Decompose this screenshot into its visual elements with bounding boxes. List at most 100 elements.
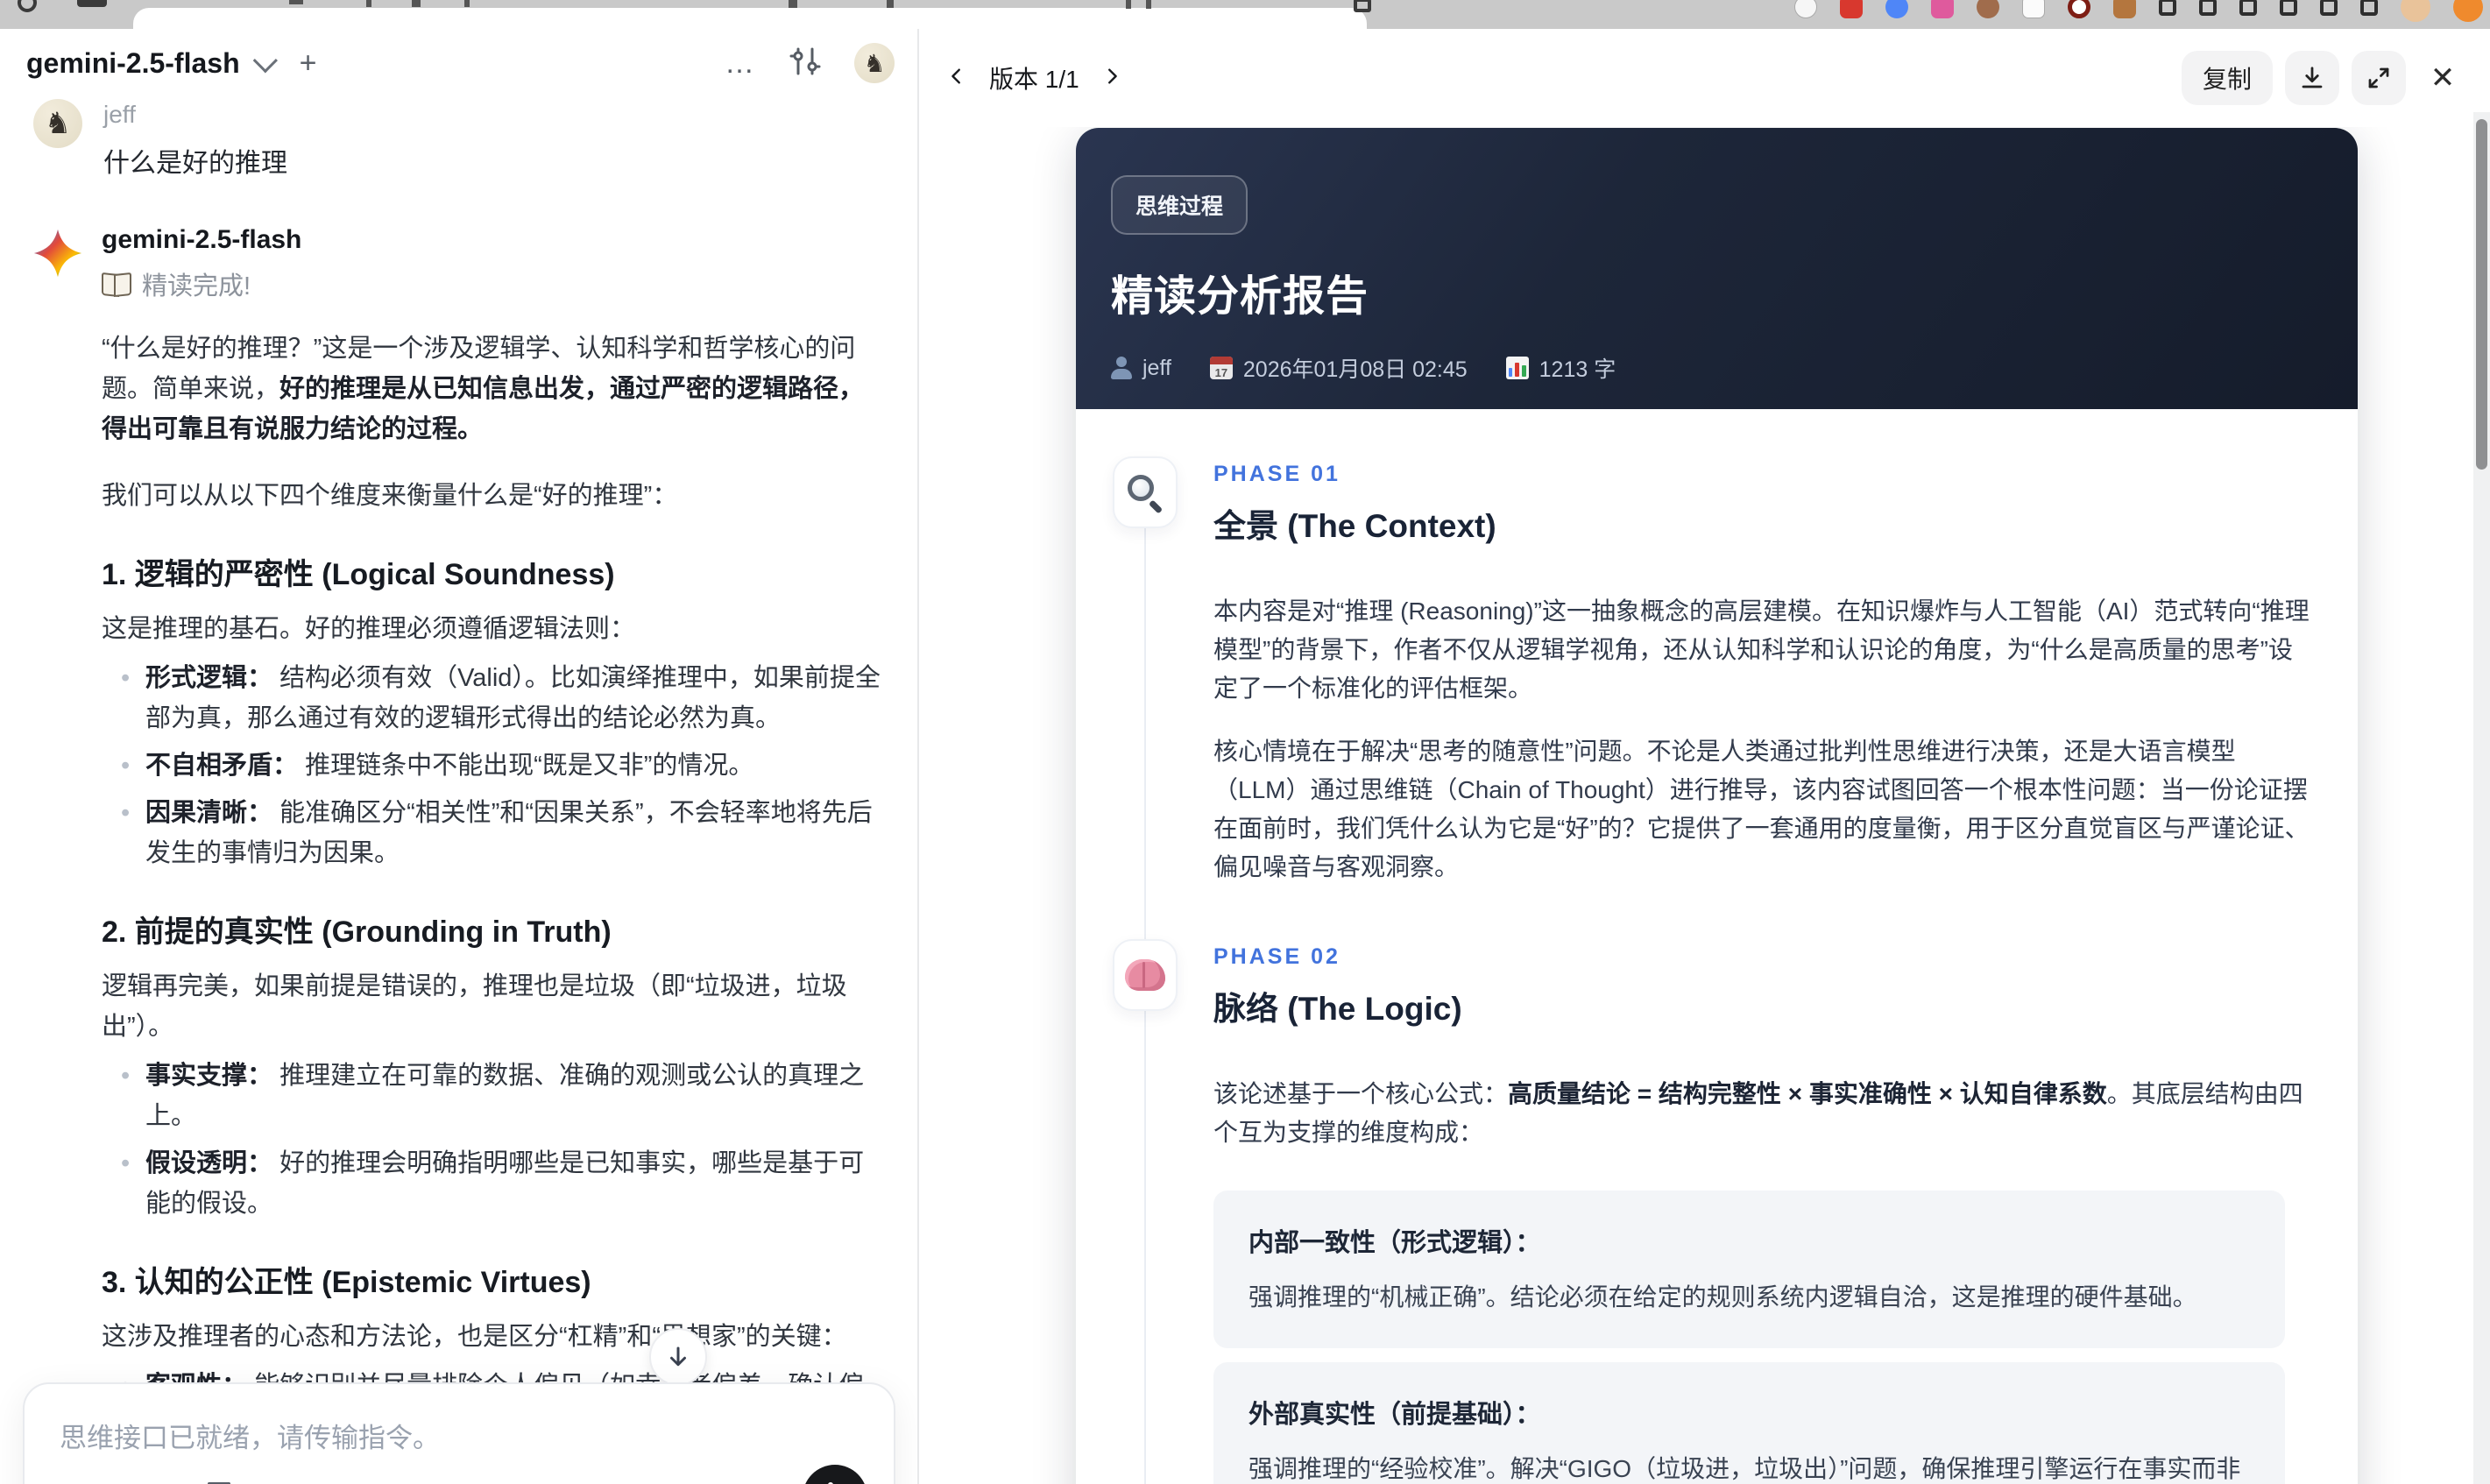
status-icon xyxy=(2320,0,2338,16)
user-message-text: 什么是好的推理 xyxy=(103,149,287,178)
artifact-topbar: 版本 1/1 复制 ✕ xyxy=(919,29,2490,127)
browser-tab[interactable] xyxy=(133,8,1367,29)
phase-title: 脉络 (The Logic) xyxy=(1213,991,1462,1027)
new-chat-button[interactable]: + xyxy=(300,46,317,81)
scrollbar-thumb[interactable] xyxy=(2476,119,2487,470)
bullet-item: • 假设透明： 好的推理会明确指明哪些是已知事实，哪些是基于可能的假设。 xyxy=(102,1143,884,1224)
phase-paragraph: 核心情境在于解决“思考的随意性”问题。不论是人类通过批判性思维进行决策，还是大语… xyxy=(1213,738,2310,880)
calendar-icon: 17 xyxy=(1209,357,1233,379)
assistant-name: gemini-2.5-flash xyxy=(102,225,302,254)
bar-chart-icon xyxy=(1505,357,1529,379)
chat-title[interactable]: gemini-2.5-flash xyxy=(26,47,240,80)
message-list: ♞ jeff 什么是好的推理 gemini-2.5-flash 精读完成! “什… xyxy=(0,92,917,1484)
composer[interactable]: 思维接口已就绪，请传输指令。 + ❖ xyxy=(23,1382,895,1484)
user-name: jeff xyxy=(103,101,136,128)
bullet-item: • 因果清晰： 能准确区分“相关性”和“因果关系”，不会轻率地将先后发生的事情归为… xyxy=(102,793,884,873)
app-icon xyxy=(1977,0,1999,18)
dimension-card-body: 强调推理的“经验校准”。解决“GIGO（垃圾进，垃圾出）”问题，确保推理引擎运行… xyxy=(1249,1455,2241,1482)
dimension-card-body: 强调推理的“机械正确”。结论必须在给定的规则系统内逻辑自洽，这是推理的硬件基础。 xyxy=(1249,1283,2197,1311)
filter-sliders-icon[interactable] xyxy=(789,46,821,81)
artifact-wordcount: 1213 字 xyxy=(1539,357,1616,382)
thinking-process-badge: 思维过程 xyxy=(1111,175,1249,235)
phase-paragraph: 该论述基于一个核心公式：高质量结论 = 结构完整性 × 事实准确性 × 认知自律… xyxy=(1213,1080,2303,1146)
phase-paragraph: 本内容是对“推理 (Reasoning)”这一抽象概念的高层建模。在知识爆炸与人… xyxy=(1213,597,2310,702)
chat-header: gemini-2.5-flash + … ♞ xyxy=(0,29,917,92)
more-options-icon[interactable]: … xyxy=(725,48,756,78)
bullet-dot-icon: • xyxy=(121,664,131,692)
gemini-logo-icon xyxy=(33,229,82,278)
phase-icon-card xyxy=(1113,939,1178,1011)
menu-extra-icon xyxy=(2453,0,2483,22)
section-heading: 1. 逻辑的严密性 (Logical Soundness) xyxy=(102,558,615,591)
menubar-status-icons xyxy=(1794,0,2483,26)
user-avatar[interactable]: ♞ xyxy=(854,43,895,83)
skills-diamonds-icon[interactable]: ❖ xyxy=(131,1479,159,1484)
status-icon xyxy=(2239,0,2257,16)
phase-section: PHASE 02 脉络 (The Logic) 该论述基于一个核心公式：高质量结论 … xyxy=(1076,939,2314,1484)
download-button[interactable] xyxy=(2285,51,2339,105)
section-description: 逻辑再完美，如果前提是错误的，推理也是垃圾（即“垃圾进，垃圾出”）。 xyxy=(102,972,847,1041)
bullet-dot-icon: • xyxy=(121,1149,131,1177)
close-button[interactable]: ✕ xyxy=(2418,53,2467,102)
app-icon xyxy=(2068,0,2090,18)
assistant-intro-paragraph: “什么是好的推理？”这是一个涉及逻辑学、认知科学和哲学核心的问题。简单来说，好的… xyxy=(102,335,865,443)
version-next-icon[interactable] xyxy=(1102,67,1121,90)
artifact-body: PHASE 01 全景 (The Context) 本内容是对“推理 (Reason… xyxy=(1076,409,2358,1484)
chevron-down-icon[interactable] xyxy=(252,48,278,74)
phase-icon-card xyxy=(1113,456,1178,528)
app-icon xyxy=(1840,0,1863,18)
app-icon xyxy=(2022,0,2045,18)
section-heading: 2. 前提的真实性 (Grounding in Truth) xyxy=(102,915,612,949)
section-description: 这是推理的基石。好的推理必须遵循逻辑法则： xyxy=(102,615,636,643)
version-label: 版本 1/1 xyxy=(989,66,1079,93)
bullet-item: • 不自相矛盾： 推理链条中不能出现“既是又非”的情况。 xyxy=(102,746,884,786)
section-description: 这涉及推理者的心态和方法论，也是区分“杠精”和“思想家”的关键： xyxy=(102,1323,847,1351)
dimension-card-title: 内部一致性（形式逻辑）： xyxy=(1249,1229,1541,1257)
dimension-card: 外部真实性（前提基础）： 强调推理的“经验校准”。解决“GIGO（垃圾进，垃圾出）… xyxy=(1213,1362,2285,1484)
bullet-list: • 事实支撑： 推理建立在可靠的数据、准确的观测或公认的真理之上。 • 假设透明： 好… xyxy=(102,1056,884,1224)
app-icon xyxy=(1794,0,1817,18)
artifact-header: 思维过程 精读分析报告 jeff 17 2026年01月08日 02:45 121… xyxy=(1076,128,2358,409)
artifact-panel: 版本 1/1 复制 ✕ 思维过程 精读分析报告 jeff 17 2026年01月… xyxy=(919,29,2490,1484)
status-icon xyxy=(2280,0,2297,16)
menubar xyxy=(0,0,2490,29)
phase-title: 全景 (The Context) xyxy=(1213,508,1496,544)
assistant-message: gemini-2.5-flash 精读完成! “什么是好的推理？”这是一个涉及逻… xyxy=(33,225,884,1484)
user-avatar: ♞ xyxy=(33,99,82,148)
artifact-card: 思维过程 精读分析报告 jeff 17 2026年01月08日 02:45 121… xyxy=(1076,128,2358,1484)
copy-button[interactable]: 复制 xyxy=(2181,51,2273,105)
dimension-cards: 内部一致性（形式逻辑）： 强调推理的“机械正确”。结论必须在给定的规则系统内逻辑自… xyxy=(1213,1191,2285,1484)
user-message: ♞ jeff 什么是好的推理 xyxy=(33,99,884,180)
dimension-card-title: 外部真实性（前提基础）： xyxy=(1249,1401,1541,1429)
app-icon xyxy=(1931,0,1954,18)
phase-section: PHASE 01 全景 (The Context) 本内容是对“推理 (Reason… xyxy=(1076,456,2314,887)
phase-label: PHASE 01 xyxy=(1213,462,1340,486)
artifact-author: jeff xyxy=(1142,355,1171,380)
assistant-markdown: “什么是好的推理？”这是一个涉及逻辑学、认知科学和哲学核心的问题。简单来说，好的… xyxy=(102,329,884,1484)
menubar-glyph xyxy=(77,0,107,7)
voice-input-button[interactable] xyxy=(803,1465,867,1484)
app-icon xyxy=(2113,0,2136,18)
artifact-meta: jeff 17 2026年01月08日 02:45 1213 字 xyxy=(1111,352,2316,384)
composer-placeholder[interactable]: 思维接口已就绪，请传输指令。 xyxy=(60,1416,859,1455)
person-icon xyxy=(1111,357,1132,379)
scroll-to-bottom-button[interactable] xyxy=(649,1328,707,1386)
screen: gemini-2.5-flash + … ♞ ♞ jeff 什么是好的推理 ge… xyxy=(0,0,2490,1484)
bullet-dot-icon: • xyxy=(121,1062,131,1090)
assistant-status-text: 精读完成! xyxy=(142,272,251,300)
artifact-title: 精读分析报告 xyxy=(1111,273,1369,320)
version-prev-icon[interactable] xyxy=(947,67,966,90)
assistant-status: 精读完成! xyxy=(102,265,884,302)
app-icon xyxy=(1885,0,1908,18)
magnifier-icon xyxy=(1126,473,1164,514)
artifact-date: 2026年01月08日 02:45 xyxy=(1242,357,1468,382)
menubar-glyph xyxy=(18,0,37,12)
scrollbar-track[interactable] xyxy=(2473,112,2490,1484)
chat-panel: gemini-2.5-flash + … ♞ ♞ jeff 什么是好的推理 ge… xyxy=(0,29,919,1484)
fullscreen-button[interactable] xyxy=(2352,51,2406,105)
assistant-lead-paragraph: 我们可以从以下四个维度来衡量什么是“好的推理”： xyxy=(102,482,678,510)
status-icon xyxy=(2199,0,2217,16)
section-heading: 3. 认知的公正性 (Epistemic Virtues) xyxy=(102,1266,591,1299)
app-window: gemini-2.5-flash + … ♞ ♞ jeff 什么是好的推理 ge… xyxy=(0,29,2490,1484)
bullet-list: • 形式逻辑： 结构必须有效（Valid）。比如演绎推理中，如果前提全部为真，那么… xyxy=(102,658,884,873)
